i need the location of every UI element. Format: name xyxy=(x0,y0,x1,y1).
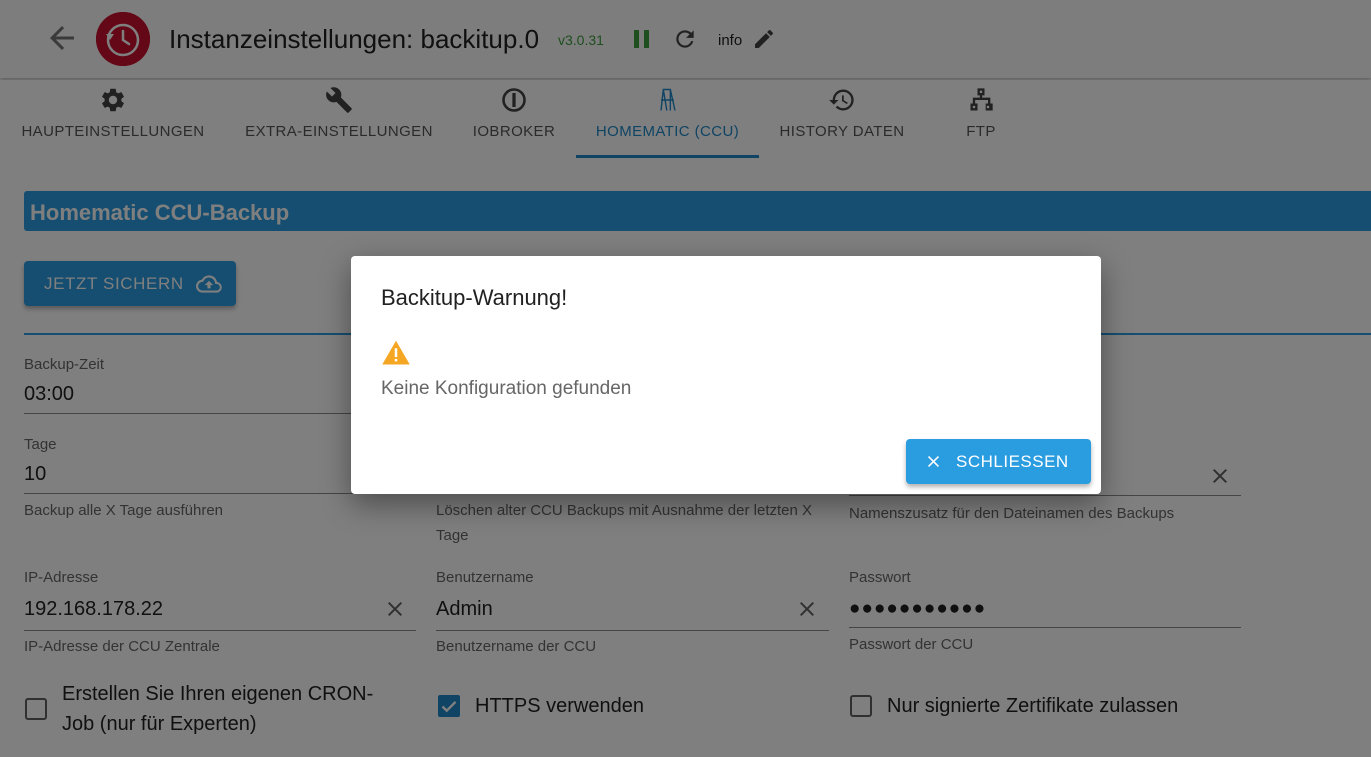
close-button[interactable]: SCHLIESSEN xyxy=(906,439,1091,484)
warning-dialog: Backitup-Warnung! Keine Konfiguration ge… xyxy=(351,256,1101,494)
close-button-label: SCHLIESSEN xyxy=(956,452,1069,471)
warning-icon xyxy=(382,340,410,365)
close-icon xyxy=(927,455,940,468)
dialog-title: Backitup-Warnung! xyxy=(381,285,568,310)
dialog-message: Keine Konfiguration gefunden xyxy=(381,378,632,399)
